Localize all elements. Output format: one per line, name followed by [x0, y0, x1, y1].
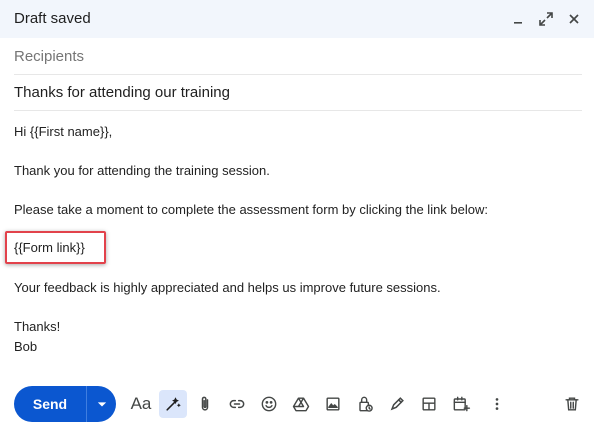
close-icon[interactable]	[562, 7, 586, 31]
body-line-thanks: Thank you for attending the training ses…	[14, 163, 270, 178]
minimize-icon[interactable]	[506, 7, 530, 31]
discard-draft-icon[interactable]	[558, 390, 586, 418]
google-drive-icon[interactable]	[287, 390, 315, 418]
subject-input[interactable]	[14, 84, 582, 101]
body-line-request: Please take a moment to complete the ass…	[14, 202, 488, 217]
body-line-feedback: Your feedback is highly appreciated and …	[14, 280, 441, 295]
subject-field[interactable]	[14, 75, 582, 111]
recipients-field[interactable]: Recipients	[14, 39, 582, 75]
attach-file-icon[interactable]	[191, 390, 219, 418]
insert-link-icon[interactable]	[223, 390, 251, 418]
insert-emoji-icon[interactable]	[255, 390, 283, 418]
recipients-label: Recipients	[14, 48, 85, 65]
schedule-meeting-icon[interactable]	[447, 390, 475, 418]
draft-status-title: Draft saved	[14, 10, 91, 27]
layouts-icon[interactable]	[415, 390, 443, 418]
form-link-placeholder: {{Form link}}	[14, 240, 85, 255]
formatting-options-label: Aa	[130, 394, 152, 413]
chevron-down-icon	[97, 402, 106, 407]
expand-icon[interactable]	[534, 7, 558, 31]
insert-photo-icon[interactable]	[319, 390, 347, 418]
send-button-group: Send	[14, 386, 116, 422]
send-button[interactable]: Send	[14, 386, 86, 422]
signature-icon[interactable]	[383, 390, 411, 418]
more-options-icon[interactable]	[483, 390, 511, 418]
body-greeting: Hi {{First name}},	[14, 124, 113, 139]
compose-header: Draft saved	[0, 0, 594, 38]
send-options-button[interactable]	[87, 386, 116, 422]
help-me-write-icon[interactable]	[159, 390, 187, 418]
body-signature: Bob	[14, 339, 38, 354]
body-closing: Thanks!	[14, 319, 61, 334]
confidential-mode-icon[interactable]	[351, 390, 379, 418]
formatting-options-icon[interactable]: Aa	[127, 390, 155, 418]
